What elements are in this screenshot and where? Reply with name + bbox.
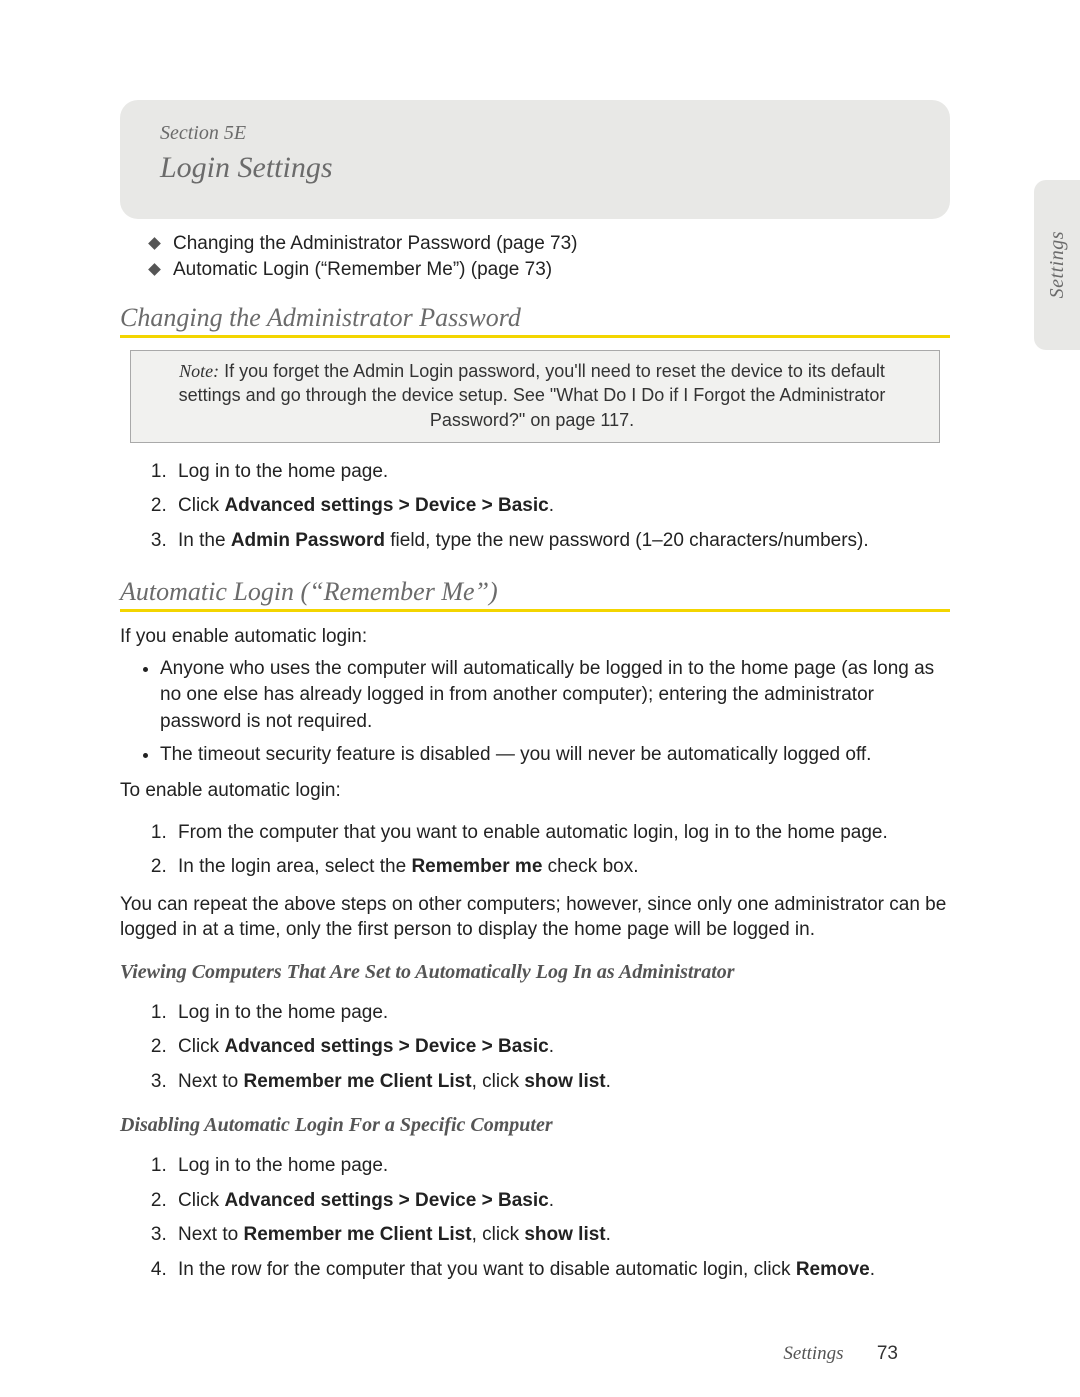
text: Click [178,495,224,516]
footer-page-number: 73 [877,1343,898,1364]
page-footer: Settings 73 [783,1343,898,1365]
steps-change-password: Log in to the home page. Click Advanced … [120,457,950,555]
step: Next to Remember me Client List, click s… [172,1067,950,1096]
step: Click Advanced settings > Device > Basic… [172,1186,950,1215]
text: . [549,1190,554,1211]
chevron-right-icon: > [393,1036,415,1057]
ui-field-name: Remember me Client List [243,1224,471,1245]
bullet: Anyone who uses the computer will automa… [160,656,950,736]
text: . [549,495,554,516]
heading-automatic-login: Automatic Login (“Remember Me”) [120,577,950,607]
ui-path-part: Basic [498,1190,549,1211]
ui-action: Remove [796,1259,870,1280]
step: Click Advanced settings > Device > Basic… [172,491,950,520]
text: Click [178,1036,224,1057]
toc-item: Changing the Administrator Password (pag… [150,233,940,255]
heading-rule [120,335,950,338]
ui-path-part: Advanced settings [224,1190,393,1211]
ui-path-part: Device [415,1036,476,1057]
ui-field-name: Admin Password [231,530,385,551]
paragraph: To enable automatic login: [120,778,950,804]
side-tab: Settings [1034,180,1080,350]
ui-field-name: Remember me [411,856,542,877]
heading-changing-password: Changing the Administrator Password [120,303,950,333]
text: . [549,1036,554,1057]
chevron-right-icon: > [476,1036,498,1057]
ui-action: show list [524,1071,605,1092]
ui-path-part: Basic [498,1036,549,1057]
text: field, type the new password (1–20 chara… [385,530,869,551]
note-label: Note: [179,361,219,381]
text: . [870,1259,875,1280]
text: Next to [178,1224,243,1245]
ui-path-part: Basic [498,495,549,516]
text: . [606,1224,611,1245]
note-box: Note: If you forget the Admin Login pass… [130,350,940,443]
section-header: Section 5E Login Settings [120,100,950,219]
footer-category: Settings [783,1343,843,1364]
toc-text: Changing the Administrator Password (pag… [173,233,578,255]
steps-disable-autologin: Log in to the home page. Click Advanced … [120,1151,950,1284]
diamond-icon [148,237,161,250]
note-text: If you forget the Admin Login password, … [179,361,886,430]
text: . [606,1071,611,1092]
step: In the login area, select the Remember m… [172,852,950,881]
ui-action: show list [524,1224,605,1245]
subheading-disable-autologin: Disabling Automatic Login For a Specific… [120,1114,950,1137]
chevron-right-icon: > [393,1190,415,1211]
side-tab-label: Settings [1046,231,1069,298]
ui-field-name: Remember me Client List [243,1071,471,1092]
paragraph: If you enable automatic login: [120,624,950,650]
toc-item: Automatic Login (“Remember Me”) (page 73… [150,259,940,281]
step: In the row for the computer that you wan… [172,1255,950,1284]
step: Log in to the home page. [172,1151,950,1180]
heading-rule [120,609,950,612]
section-label: Section 5E [160,122,910,145]
bullet: The timeout security feature is disabled… [160,742,950,769]
subheading-viewing-computers: Viewing Computers That Are Set to Automa… [120,961,950,984]
ui-path-part: Device [415,495,476,516]
text: In the row for the computer that you wan… [178,1259,796,1280]
section-title: Login Settings [160,151,910,185]
text: Next to [178,1071,243,1092]
paragraph: You can repeat the above steps on other … [120,892,950,943]
bullet-list: Anyone who uses the computer will automa… [120,656,950,768]
text: Click [178,1190,224,1211]
text: In the login area, select the [178,856,411,877]
ui-path-part: Device [415,1190,476,1211]
chevron-right-icon: > [393,495,415,516]
text: In the [178,530,231,551]
ui-path-part: Advanced settings [224,495,393,516]
step: Click Advanced settings > Device > Basic… [172,1032,950,1061]
chevron-right-icon: > [476,1190,498,1211]
toc-text: Automatic Login (“Remember Me”) (page 73… [173,259,552,281]
text: , click [472,1224,525,1245]
step: Log in to the home page. [172,457,950,486]
steps-enable-autologin: From the computer that you want to enabl… [120,818,950,882]
chevron-right-icon: > [476,495,498,516]
step: In the Admin Password field, type the ne… [172,526,950,555]
steps-view-autologin: Log in to the home page. Click Advanced … [120,998,950,1096]
ui-path-part: Advanced settings [224,1036,393,1057]
step: Next to Remember me Client List, click s… [172,1220,950,1249]
text: , click [472,1071,525,1092]
toc: Changing the Administrator Password (pag… [150,233,940,281]
diamond-icon [148,263,161,276]
step: From the computer that you want to enabl… [172,818,950,847]
text: check box. [542,856,638,877]
step: Log in to the home page. [172,998,950,1027]
page-content: Section 5E Login Settings Changing the A… [120,100,950,1292]
